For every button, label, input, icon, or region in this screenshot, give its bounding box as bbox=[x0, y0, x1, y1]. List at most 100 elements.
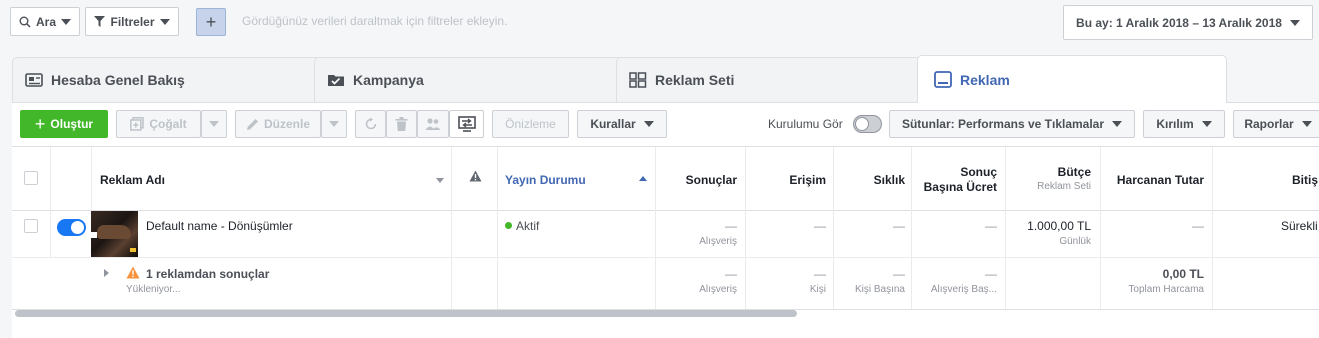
add-filter-button[interactable]: + bbox=[196, 8, 226, 36]
header-delivery-status[interactable]: Yayın Durumu bbox=[505, 173, 586, 187]
ad-name-link[interactable]: Default name - Dönüşümler bbox=[146, 219, 293, 233]
summary-title[interactable]: 1 reklamdan sonuçlar bbox=[146, 267, 269, 281]
setup-label: Kurulumu Gör bbox=[768, 117, 843, 131]
ad-icon bbox=[934, 71, 952, 88]
breakdown-button[interactable]: Kırılım bbox=[1143, 110, 1225, 138]
warning-icon bbox=[469, 170, 482, 182]
header-ad-name[interactable]: Reklam Adı bbox=[100, 173, 165, 187]
create-button[interactable]: + Oluştur bbox=[20, 110, 108, 138]
summary-cost-per-result-sub: Alışveriş Baş... bbox=[930, 284, 997, 295]
duplicate-dropdown[interactable] bbox=[201, 110, 227, 138]
columns-button[interactable]: Sütunlar: Performans ve Tıklamalar bbox=[889, 110, 1135, 138]
pencil-icon bbox=[246, 118, 258, 130]
edit-dropdown[interactable] bbox=[321, 110, 347, 138]
thumbnail-badge bbox=[130, 248, 136, 252]
ad-thumbnail[interactable] bbox=[91, 211, 138, 257]
delete-button[interactable] bbox=[386, 110, 417, 138]
row-budget-sub: Günlük bbox=[1059, 236, 1091, 247]
people-icon bbox=[425, 118, 441, 130]
preview-label: Önizleme bbox=[505, 117, 556, 131]
plus-icon: + bbox=[34, 114, 46, 134]
audience-button[interactable] bbox=[417, 110, 449, 138]
row-budget[interactable]: 1.000,00 TL bbox=[1005, 219, 1091, 233]
plus-icon: + bbox=[205, 11, 217, 32]
shoe-shape bbox=[97, 225, 131, 239]
refresh-icon bbox=[365, 117, 376, 130]
filters-button[interactable]: Filtreler bbox=[85, 7, 179, 36]
refresh-button[interactable] bbox=[355, 110, 386, 138]
compare-icon bbox=[457, 116, 476, 132]
filters-label: Filtreler bbox=[110, 14, 155, 29]
setup-toggle[interactable] bbox=[853, 115, 882, 133]
chevron-down-icon bbox=[1201, 121, 1212, 127]
header-frequency[interactable]: Sıklık bbox=[833, 173, 905, 187]
row-amount-spent: — bbox=[1192, 219, 1204, 233]
header-ends[interactable]: Bitiş bbox=[1292, 173, 1318, 187]
columns-label: Sütunlar: Performans ve Tıklamalar bbox=[901, 117, 1105, 131]
search-label: Ara bbox=[35, 14, 56, 29]
expand-triangle-icon[interactable] bbox=[104, 269, 109, 277]
tab-campaign[interactable]: Kampanya bbox=[314, 57, 644, 102]
summary-amount-spent-sub: Toplam Harcama bbox=[1128, 284, 1204, 295]
compare-button[interactable] bbox=[449, 110, 484, 138]
row-checkbox[interactable] bbox=[24, 219, 38, 233]
preview-button[interactable]: Önizleme bbox=[492, 110, 569, 138]
tab-label: Kampanya bbox=[353, 72, 424, 88]
tab-label: Hesaba Genel Bakış bbox=[51, 72, 185, 88]
chevron-down-icon bbox=[209, 121, 219, 127]
sort-dropdown-icon[interactable] bbox=[436, 178, 444, 183]
header-reach[interactable]: Erişim bbox=[745, 173, 826, 187]
reports-label: Raporlar bbox=[1244, 117, 1294, 131]
filter-placeholder[interactable]: Gördüğünüz verileri daraltmak için filtr… bbox=[242, 14, 507, 28]
ad-set-grid-icon bbox=[629, 72, 647, 88]
reports-button[interactable]: Raporlar bbox=[1233, 110, 1319, 138]
row-ends: Sürekli bbox=[1281, 219, 1318, 233]
account-overview-icon bbox=[25, 73, 43, 87]
select-all-checkbox[interactable] bbox=[24, 171, 38, 185]
summary-cost-per-result: — bbox=[985, 267, 997, 281]
header-amount-spent[interactable]: Harcanan Tutar bbox=[1100, 173, 1204, 187]
create-label: Oluştur bbox=[50, 117, 94, 131]
status-active-label: Aktif bbox=[516, 219, 540, 233]
search-button[interactable]: Ara bbox=[10, 7, 80, 36]
header-cost-per-result-line2[interactable]: Başına Ücret bbox=[911, 180, 997, 194]
header-cost-per-result-line1[interactable]: Sonuç bbox=[911, 165, 997, 179]
campaign-folder-icon bbox=[328, 75, 344, 86]
header-budget-sub: Reklam Seti bbox=[1037, 181, 1091, 192]
row-cost-per-result: — bbox=[985, 219, 997, 233]
toggle-knob bbox=[71, 221, 84, 234]
row-reach: — bbox=[814, 219, 826, 233]
filter-icon bbox=[94, 16, 106, 27]
ad-on-off-toggle[interactable] bbox=[57, 219, 86, 236]
tab-account-overview[interactable]: Hesaba Genel Bakış bbox=[12, 57, 342, 102]
date-range-button[interactable]: Bu ay: 1 Aralık 2018 – 13 Aralık 2018 bbox=[1063, 5, 1313, 40]
chevron-down-icon bbox=[1301, 121, 1312, 127]
duplicate-button[interactable]: Çoğalt bbox=[116, 110, 201, 138]
tab-ad-set[interactable]: Reklam Seti bbox=[616, 57, 946, 102]
tab-ad[interactable]: Reklam bbox=[917, 55, 1227, 103]
chevron-down-icon bbox=[159, 18, 170, 25]
row-results: — bbox=[725, 219, 737, 233]
summary-amount-spent: 0,00 TL bbox=[1162, 267, 1204, 281]
tab-label: Reklam Seti bbox=[655, 72, 735, 88]
chevron-down-icon bbox=[643, 121, 654, 127]
thumbnail-overlay bbox=[91, 232, 97, 238]
tab-label: Reklam bbox=[960, 71, 1010, 88]
search-icon bbox=[19, 16, 31, 28]
date-range-label: Bu ay: 1 Aralık 2018 – 13 Aralık 2018 bbox=[1076, 15, 1282, 30]
rules-button[interactable]: Kurallar bbox=[577, 110, 667, 138]
horizontal-scrollbar[interactable] bbox=[15, 310, 797, 317]
summary-results: — bbox=[725, 267, 737, 281]
summary-frequency: — bbox=[893, 267, 905, 281]
chevron-down-icon bbox=[1289, 19, 1300, 26]
status-active-dot bbox=[505, 222, 512, 229]
chevron-down-icon bbox=[329, 121, 339, 127]
header-budget[interactable]: Bütçe bbox=[1005, 165, 1091, 179]
duplicate-icon bbox=[130, 117, 145, 131]
edit-button[interactable]: Düzenle bbox=[235, 110, 321, 138]
summary-reach: — bbox=[814, 267, 826, 281]
duplicate-label: Çoğalt bbox=[149, 117, 187, 131]
toggle-knob bbox=[855, 117, 869, 131]
header-results[interactable]: Sonuçlar bbox=[655, 173, 737, 187]
rules-label: Kurallar bbox=[590, 117, 636, 131]
